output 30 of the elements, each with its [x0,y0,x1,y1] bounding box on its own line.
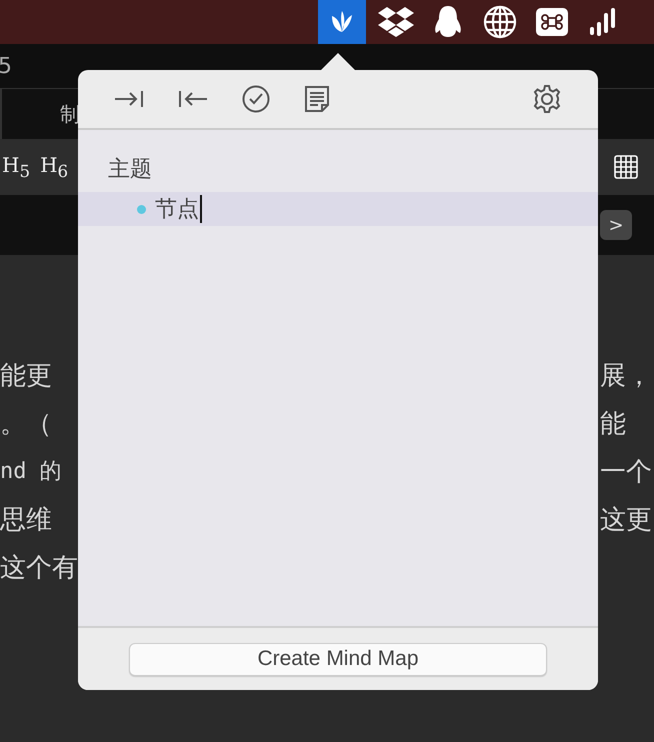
checkmark-icon[interactable] [242,85,270,113]
outdent-icon[interactable] [178,89,208,109]
leaf-icon [329,10,355,34]
text-fragment: 这更 [600,504,652,536]
text-fragment: 一个 [600,456,652,488]
outline-row[interactable]: 节点 [78,192,598,226]
dropbox-icon [377,6,415,38]
text-fragment: 。（ [0,408,53,440]
page-number: 5 [0,54,12,78]
text-cursor [200,195,202,223]
outline-topic[interactable]: 主题 [78,154,152,192]
outline-node[interactable]: 节点 [155,194,199,224]
indent-icon[interactable] [114,89,144,109]
text-fragment: 这个有 [0,552,78,584]
text-fragment: nd 的 [0,458,63,486]
text-fragment: 展， [600,360,652,392]
penguin-icon [434,5,462,39]
globe-icon [483,5,517,39]
text-fragment: 能更 [0,360,53,392]
settings-icon[interactable] [532,84,562,114]
bullet-icon [137,204,146,214]
heading-button[interactable]: H$_{5}$ [2,153,30,181]
note-icon[interactable] [304,85,330,113]
create-mind-map-button[interactable]: Create Mind Map [129,642,547,676]
next-button[interactable]: > [600,210,632,240]
heading-button[interactable]: H$_{6}$ [40,153,68,181]
text-fragment: 思维 [0,504,53,536]
text-fragment: 能 [600,408,626,440]
command-key-icon [536,8,568,36]
table-icon[interactable] [614,155,638,179]
